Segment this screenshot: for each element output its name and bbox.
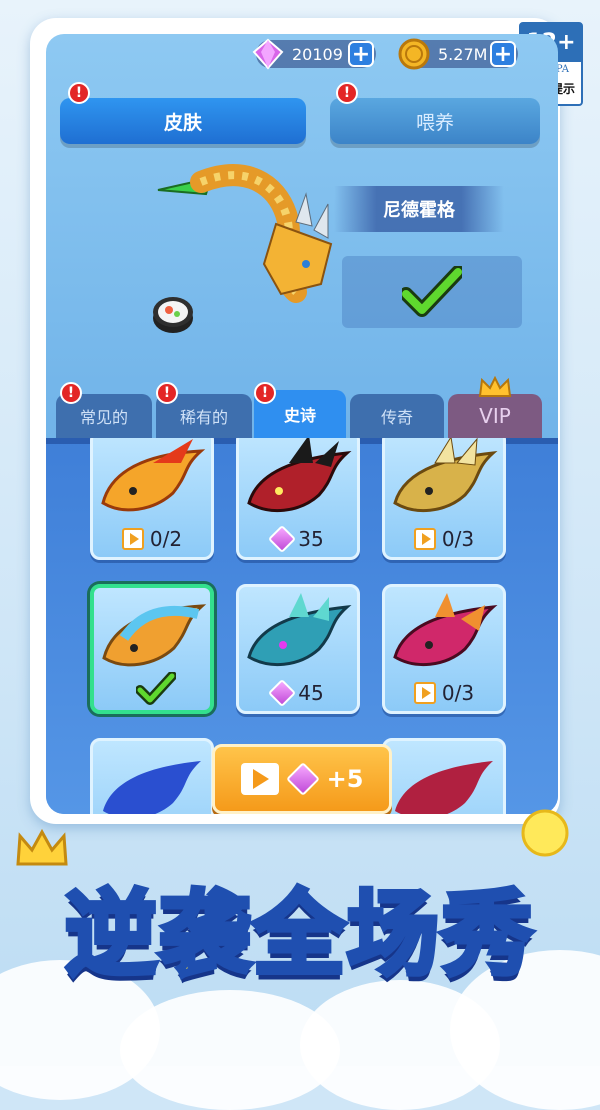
skin-price: 0/3	[385, 681, 503, 705]
gem-count: 20109	[292, 44, 343, 64]
feed-tab-alert-icon: !	[336, 82, 358, 104]
skin-price: 35	[239, 524, 357, 554]
watch-ad-reward-button[interactable]: +5	[212, 744, 392, 814]
skin-card-7[interactable]	[90, 738, 214, 814]
tab-feed[interactable]: 喂养	[330, 98, 540, 144]
gem-icon	[268, 678, 297, 708]
skin-price-value: 0/3	[441, 527, 475, 551]
skin-price-value: 0/2	[149, 527, 183, 551]
gem-icon	[285, 762, 320, 796]
rare-alert-icon: !	[156, 382, 178, 404]
epic-alert-icon: !	[254, 382, 276, 404]
sushi-food-icon	[153, 297, 193, 333]
video-ad-icon	[121, 528, 144, 550]
tab-common-label: 常见的	[79, 408, 128, 427]
skin-tab-alert-icon: !	[68, 82, 90, 104]
skin-card-6[interactable]: 0/3	[382, 584, 506, 714]
ball-decor-icon	[521, 809, 569, 857]
skin-card-3[interactable]: 0/3	[382, 438, 506, 560]
skin-price-value: 35	[298, 527, 324, 551]
coin-count: 5.27M	[438, 44, 488, 64]
selected-check-icon	[136, 672, 176, 705]
coin-icon	[398, 38, 430, 70]
gem-icon	[268, 524, 297, 554]
dragon-head-icon	[395, 761, 493, 814]
video-ad-icon	[413, 528, 436, 550]
promo-slogan: 逆袭全场秀	[62, 879, 535, 991]
game-screen: 20109 + 5.27M + ! 皮肤 ! 喂养 尼德霍格 ! 常见的 ! 稀…	[46, 34, 558, 814]
gem-icon	[252, 38, 284, 70]
dragon-head-icon	[247, 438, 352, 513]
tab-legendary[interactable]: 传奇	[350, 394, 444, 438]
skin-card-5[interactable]: 45	[236, 584, 360, 714]
check-icon	[402, 266, 462, 317]
crown-icon	[478, 376, 512, 397]
add-coins-button[interactable]: +	[490, 41, 516, 67]
skin-card-4[interactable]	[90, 584, 214, 714]
video-ad-icon	[240, 763, 279, 795]
dragon-name: 尼德霍格	[383, 200, 455, 221]
skin-card-2[interactable]: 35	[236, 438, 360, 560]
coin-counter: 5.27M +	[398, 38, 518, 70]
tab-rare-label: 稀有的	[179, 408, 228, 427]
tab-vip[interactable]: VIP	[448, 376, 542, 438]
gem-counter: 20109 +	[252, 38, 376, 70]
dragon-head-icon	[393, 593, 498, 667]
dragon-head-icon	[393, 438, 498, 513]
skin-price: 0/3	[385, 527, 503, 551]
skin-card-1[interactable]: 0/2	[90, 438, 214, 560]
skin-card-9[interactable]	[382, 738, 506, 814]
dragon-head-icon	[103, 761, 201, 814]
video-ad-icon	[413, 682, 436, 704]
dragon-preview	[157, 164, 333, 303]
dragon-head-icon	[247, 593, 352, 667]
skin-price: 45	[239, 678, 357, 708]
tab-legendary-label: 传奇	[380, 408, 413, 427]
dragon-name-banner: 尼德霍格	[334, 186, 504, 232]
skin-price-value: 45	[298, 681, 324, 705]
dragon-head-icon	[101, 439, 206, 512]
tab-epic-label: 史诗	[283, 406, 316, 425]
skin-price: 0/2	[93, 527, 211, 551]
tab-skin-label: 皮肤	[163, 111, 202, 134]
dragon-head-icon	[102, 604, 207, 667]
common-alert-icon: !	[60, 382, 82, 404]
add-gems-button[interactable]: +	[348, 41, 374, 67]
category-tabs: ! 常见的 ! 稀有的 ! 史诗 传奇 VIP	[46, 376, 558, 438]
equip-status-box[interactable]	[342, 256, 522, 328]
tab-skin[interactable]: 皮肤	[60, 98, 306, 144]
tab-feed-label: 喂养	[415, 111, 454, 134]
skin-price-value: 0/3	[441, 681, 475, 705]
ad-reward-label: +5	[326, 765, 364, 793]
tab-vip-label: VIP	[479, 404, 511, 428]
